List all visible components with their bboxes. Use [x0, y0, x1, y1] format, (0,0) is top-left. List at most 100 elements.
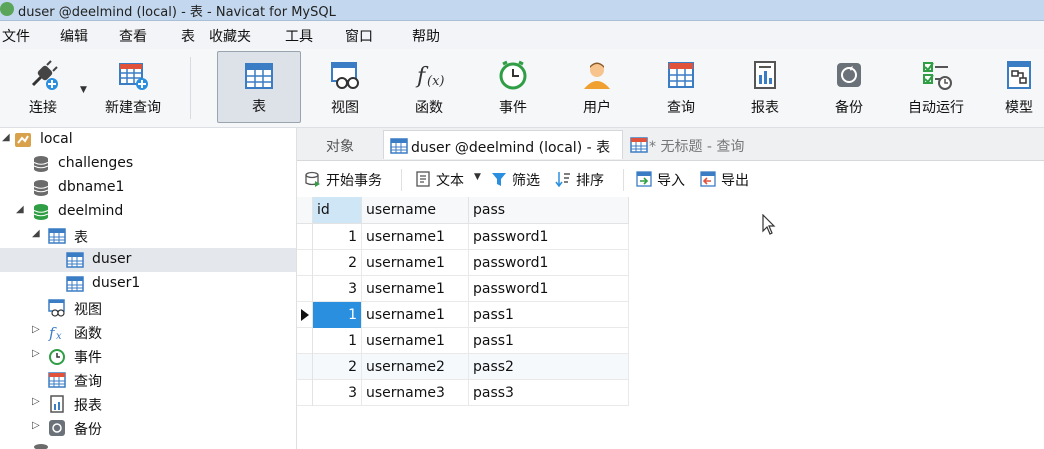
table-row-current[interactable]: 1 username1 pass1	[297, 302, 629, 328]
cell-id[interactable]: 1	[313, 224, 362, 250]
column-header-id[interactable]: id	[313, 197, 362, 223]
event-button[interactable]: 事件	[478, 51, 548, 123]
cell-value: pass1	[473, 333, 514, 349]
cell-username[interactable]: username2	[362, 354, 469, 380]
tab-untitled-query[interactable]: * 无标题 - 查询	[624, 130, 864, 159]
cell-pass[interactable]: pass1	[469, 302, 629, 328]
tree-item-backups[interactable]: ▷ 备份	[0, 416, 296, 440]
row-marker[interactable]	[297, 250, 313, 276]
menu-table[interactable]: 表	[181, 26, 195, 46]
collapse-arrow-icon[interactable]: ◢	[2, 132, 10, 143]
filter-icon	[492, 173, 506, 186]
table-row[interactable]: 2 username2 pass2	[297, 354, 629, 380]
tree-item-duser[interactable]: duser	[0, 248, 296, 272]
menu-tools[interactable]: 工具	[285, 26, 313, 46]
table-button[interactable]: 表	[217, 51, 301, 123]
mouse-cursor-icon	[762, 214, 776, 235]
cell-username[interactable]: username1	[362, 250, 469, 276]
begin-transaction-button[interactable]: 开始事务	[305, 169, 395, 191]
cell-username[interactable]: username3	[362, 380, 469, 406]
tree-item-duser1[interactable]: duser1	[0, 272, 296, 296]
import-button[interactable]: 导入	[636, 169, 694, 191]
sort-button[interactable]: 排序	[555, 169, 615, 191]
table-row[interactable]: 2 username1 password1	[297, 250, 629, 276]
view-icon	[331, 62, 359, 89]
cell-username[interactable]: username1	[362, 276, 469, 302]
column-header-username[interactable]: username	[362, 197, 469, 223]
cell-id[interactable]: 2	[313, 354, 362, 380]
chevron-down-icon[interactable]: ▼	[474, 172, 481, 182]
cell-username[interactable]: username1	[362, 224, 469, 250]
tab-duser-table[interactable]: duser @deelmind (local) - 表	[383, 130, 623, 159]
menu-favorites[interactable]: 收藏夹	[209, 26, 251, 46]
row-marker[interactable]	[297, 380, 313, 406]
export-button[interactable]: 导出	[700, 169, 758, 191]
function-button[interactable]: f (x) 函数	[394, 51, 464, 123]
cell-id[interactable]: 2	[313, 250, 362, 276]
tree-item-local[interactable]: ◢ local	[0, 128, 296, 152]
cell-value: username3	[366, 385, 445, 401]
svg-text:(x): (x)	[427, 74, 444, 89]
menu-window[interactable]: 窗口	[345, 26, 373, 46]
tree-item-reports[interactable]: ▷ 报表	[0, 392, 296, 416]
expand-arrow-icon[interactable]: ▷	[32, 348, 40, 359]
menu-view[interactable]: 查看	[119, 26, 147, 46]
tree-item-tables[interactable]: ◢ 表	[0, 224, 296, 248]
tree-item-challenges[interactable]: challenges	[0, 152, 296, 176]
cell-id[interactable]: 3	[313, 380, 362, 406]
cell-username[interactable]: username1	[362, 328, 469, 354]
table-row[interactable]: 3 username1 password1	[297, 276, 629, 302]
view-button[interactable]: 视图	[310, 51, 380, 123]
backup-button[interactable]: 备份	[814, 51, 884, 123]
tree-item-dbname1[interactable]: dbname1	[0, 176, 296, 200]
connect-button[interactable]: 连接	[8, 51, 78, 123]
cell-id[interactable]: 1	[313, 302, 362, 328]
text-view-button[interactable]: 文本 ▼	[415, 169, 485, 191]
row-marker[interactable]	[297, 276, 313, 302]
collapse-arrow-icon[interactable]: ◢	[16, 204, 24, 215]
cell-pass[interactable]: password1	[469, 250, 629, 276]
row-marker[interactable]	[297, 354, 313, 380]
automation-button[interactable]: 自动运行	[898, 51, 974, 123]
tree-item-functions[interactable]: ▷ f x 函数	[0, 320, 296, 344]
cell-pass[interactable]: pass1	[469, 328, 629, 354]
table-row[interactable]: 1 username1 pass1	[297, 328, 629, 354]
table-label: 表	[252, 99, 266, 115]
expand-arrow-icon[interactable]: ▷	[32, 396, 40, 407]
menu-file[interactable]: 文件	[2, 26, 30, 46]
expand-arrow-icon[interactable]: ▷	[32, 420, 40, 431]
new-query-button[interactable]: 新建查询	[98, 51, 168, 123]
menu-bar: 文件 编辑 查看 表 收藏夹 工具 窗口 帮助	[0, 21, 1044, 49]
tree-item-views[interactable]: 视图	[0, 296, 296, 320]
cell-username[interactable]: username1	[362, 302, 469, 328]
table-row[interactable]: 3 username3 pass3	[297, 380, 629, 406]
tree-item-events[interactable]: ▷ 事件	[0, 344, 296, 368]
cell-id[interactable]: 3	[313, 276, 362, 302]
row-marker[interactable]	[297, 302, 313, 328]
expand-arrow-icon[interactable]: ▷	[32, 324, 40, 335]
collapse-arrow-icon[interactable]: ◢	[32, 228, 40, 239]
table-row[interactable]: 1 username1 password1	[297, 224, 629, 250]
function-icon: f x	[48, 324, 62, 341]
tree-item-deelmind[interactable]: ◢ deelmind	[0, 200, 296, 224]
model-button[interactable]: 模型	[986, 51, 1044, 123]
cell-pass[interactable]: pass3	[469, 380, 629, 406]
cell-pass[interactable]: pass2	[469, 354, 629, 380]
tab-objects[interactable]: 对象	[297, 130, 383, 159]
column-header-pass[interactable]: pass	[469, 197, 629, 223]
main-toolbar: 连接 ▼ 新建查询 表 视图 f (x) 函数 事件 用户 查询 报表 备份 自…	[0, 49, 1044, 128]
menu-edit[interactable]: 编辑	[60, 26, 88, 46]
connect-dropdown-icon[interactable]: ▼	[80, 85, 87, 95]
menu-help[interactable]: 帮助	[412, 26, 440, 46]
cell-id[interactable]: 1	[313, 328, 362, 354]
report-button[interactable]: 报表	[730, 51, 800, 123]
row-marker[interactable]	[297, 224, 313, 250]
user-button[interactable]: 用户	[562, 51, 632, 123]
tree-label: challenges	[58, 155, 134, 171]
cell-pass[interactable]: password1	[469, 224, 629, 250]
tree-item-queries[interactable]: 查询	[0, 368, 296, 392]
filter-button[interactable]: 筛选	[491, 169, 551, 191]
query-button[interactable]: 查询	[646, 51, 716, 123]
cell-pass[interactable]: password1	[469, 276, 629, 302]
row-marker[interactable]	[297, 328, 313, 354]
